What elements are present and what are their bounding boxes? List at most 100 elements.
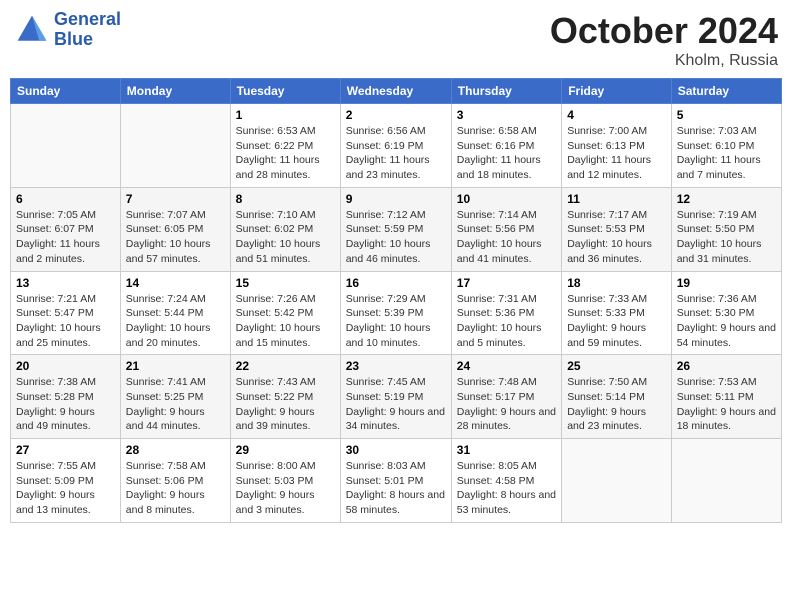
day-number: 24 — [457, 359, 556, 373]
logo: General Blue — [14, 10, 121, 50]
day-info: Sunrise: 6:53 AMSunset: 6:22 PMDaylight:… — [236, 124, 335, 183]
weekday-header: Tuesday — [230, 79, 340, 104]
calendar-cell: 5 Sunrise: 7:03 AMSunset: 6:10 PMDaylight… — [671, 104, 781, 188]
location: Kholm, Russia — [550, 52, 778, 70]
calendar-week-row: 6Sunrise: 7:05 AMSunset: 6:07 PMDaylight… — [11, 187, 782, 271]
weekday-header-row: SundayMondayTuesdayWednesdayThursdayFrid… — [11, 79, 782, 104]
day-info: Sunrise: 7:45 AMSunset: 5:19 PMDaylight:… — [346, 375, 446, 434]
day-number: 25 — [567, 359, 666, 373]
page-header: General Blue October 2024 Kholm, Russia — [10, 10, 782, 70]
day-info: Sunrise: 7:24 AMSunset: 5:44 PMDaylight:… — [126, 292, 225, 351]
calendar-week-row: 27 Sunrise: 7:55 AMSunset: 5:09 PMDayligh… — [11, 439, 782, 523]
calendar-cell: 2 Sunrise: 6:56 AMSunset: 6:19 PMDaylight… — [340, 104, 451, 188]
calendar-cell: 27 Sunrise: 7:55 AMSunset: 5:09 PMDayligh… — [11, 439, 121, 523]
calendar-cell: 10Sunrise: 7:14 AMSunset: 5:56 PMDayligh… — [451, 187, 561, 271]
weekday-header: Monday — [120, 79, 230, 104]
day-info: Sunrise: 7:31 AMSunset: 5:36 PMDaylight:… — [457, 292, 556, 351]
day-info: Sunrise: 6:56 AMSunset: 6:19 PMDaylight:… — [346, 124, 446, 183]
day-number: 5 — [677, 108, 776, 122]
calendar-cell: 14 Sunrise: 7:24 AMSunset: 5:44 PMDayligh… — [120, 271, 230, 355]
day-number: 2 — [346, 108, 446, 122]
calendar-cell: 6Sunrise: 7:05 AMSunset: 6:07 PMDaylight… — [11, 187, 121, 271]
calendar-cell: 22 Sunrise: 7:43 AMSunset: 5:22 PMDayligh… — [230, 355, 340, 439]
calendar-cell: 29 Sunrise: 8:00 AMSunset: 5:03 PMDayligh… — [230, 439, 340, 523]
day-info: Sunrise: 7:29 AMSunset: 5:39 PMDaylight:… — [346, 292, 446, 351]
day-number: 9 — [346, 192, 446, 206]
calendar-cell: 31Sunrise: 8:05 AMSunset: 4:58 PMDayligh… — [451, 439, 561, 523]
day-number: 26 — [677, 359, 776, 373]
day-info: Sunrise: 7:58 AMSunset: 5:06 PMDaylight:… — [126, 459, 225, 518]
calendar-cell — [11, 104, 121, 188]
calendar-cell: 26 Sunrise: 7:53 AMSunset: 5:11 PMDayligh… — [671, 355, 781, 439]
day-info: Sunrise: 8:00 AMSunset: 5:03 PMDaylight:… — [236, 459, 335, 518]
day-info: Sunrise: 8:05 AMSunset: 4:58 PMDaylight:… — [457, 459, 556, 518]
calendar-cell: 7 Sunrise: 7:07 AMSunset: 6:05 PMDaylight… — [120, 187, 230, 271]
day-number: 18 — [567, 276, 666, 290]
day-number: 1 — [236, 108, 335, 122]
day-info: Sunrise: 7:19 AMSunset: 5:50 PMDaylight:… — [677, 208, 776, 267]
calendar-cell: 19Sunrise: 7:36 AMSunset: 5:30 PMDayligh… — [671, 271, 781, 355]
day-info: Sunrise: 7:07 AMSunset: 6:05 PMDaylight:… — [126, 208, 225, 267]
day-number: 8 — [236, 192, 335, 206]
day-number: 12 — [677, 192, 776, 206]
day-info: Sunrise: 7:00 AMSunset: 6:13 PMDaylight:… — [567, 124, 666, 183]
calendar-cell: 11Sunrise: 7:17 AMSunset: 5:53 PMDayligh… — [562, 187, 672, 271]
calendar-cell: 20 Sunrise: 7:38 AMSunset: 5:28 PMDayligh… — [11, 355, 121, 439]
day-info: Sunrise: 7:53 AMSunset: 5:11 PMDaylight:… — [677, 375, 776, 434]
day-number: 21 — [126, 359, 225, 373]
calendar-cell: 16 Sunrise: 7:29 AMSunset: 5:39 PMDayligh… — [340, 271, 451, 355]
day-number: 19 — [677, 276, 776, 290]
title-block: October 2024 Kholm, Russia — [550, 10, 778, 70]
day-number: 7 — [126, 192, 225, 206]
calendar-table: SundayMondayTuesdayWednesdayThursdayFrid… — [10, 78, 782, 523]
day-number: 29 — [236, 443, 335, 457]
calendar-cell: 24 Sunrise: 7:48 AMSunset: 5:17 PMDayligh… — [451, 355, 561, 439]
day-number: 20 — [16, 359, 115, 373]
day-info: Sunrise: 7:21 AMSunset: 5:47 PMDaylight:… — [16, 292, 115, 351]
calendar-cell — [562, 439, 672, 523]
day-info: Sunrise: 7:17 AMSunset: 5:53 PMDaylight:… — [567, 208, 666, 267]
weekday-header: Friday — [562, 79, 672, 104]
day-number: 14 — [126, 276, 225, 290]
day-info: Sunrise: 7:03 AMSunset: 6:10 PMDaylight:… — [677, 124, 776, 183]
calendar-cell: 25Sunrise: 7:50 AMSunset: 5:14 PMDayligh… — [562, 355, 672, 439]
calendar-cell: 3 Sunrise: 6:58 AMSunset: 6:16 PMDaylight… — [451, 104, 561, 188]
day-info: Sunrise: 7:10 AMSunset: 6:02 PMDaylight:… — [236, 208, 335, 267]
day-info: Sunrise: 7:55 AMSunset: 5:09 PMDaylight:… — [16, 459, 115, 518]
day-info: Sunrise: 8:03 AMSunset: 5:01 PMDaylight:… — [346, 459, 446, 518]
calendar-week-row: 20 Sunrise: 7:38 AMSunset: 5:28 PMDayligh… — [11, 355, 782, 439]
day-number: 16 — [346, 276, 446, 290]
calendar-cell: 1 Sunrise: 6:53 AMSunset: 6:22 PMDaylight… — [230, 104, 340, 188]
day-number: 17 — [457, 276, 556, 290]
day-info: Sunrise: 7:41 AMSunset: 5:25 PMDaylight:… — [126, 375, 225, 434]
calendar-cell: 18Sunrise: 7:33 AMSunset: 5:33 PMDayligh… — [562, 271, 672, 355]
calendar-week-row: 13Sunrise: 7:21 AMSunset: 5:47 PMDayligh… — [11, 271, 782, 355]
day-info: Sunrise: 7:05 AMSunset: 6:07 PMDaylight:… — [16, 208, 115, 267]
calendar-cell: 17 Sunrise: 7:31 AMSunset: 5:36 PMDayligh… — [451, 271, 561, 355]
day-number: 27 — [16, 443, 115, 457]
calendar-cell: 4 Sunrise: 7:00 AMSunset: 6:13 PMDaylight… — [562, 104, 672, 188]
calendar-cell: 30Sunrise: 8:03 AMSunset: 5:01 PMDayligh… — [340, 439, 451, 523]
day-number: 22 — [236, 359, 335, 373]
day-info: Sunrise: 6:58 AMSunset: 6:16 PMDaylight:… — [457, 124, 556, 183]
day-number: 3 — [457, 108, 556, 122]
calendar-cell: 12 Sunrise: 7:19 AMSunset: 5:50 PMDayligh… — [671, 187, 781, 271]
day-info: Sunrise: 7:43 AMSunset: 5:22 PMDaylight:… — [236, 375, 335, 434]
month-title: October 2024 — [550, 10, 778, 52]
weekday-header: Wednesday — [340, 79, 451, 104]
calendar-cell: 13Sunrise: 7:21 AMSunset: 5:47 PMDayligh… — [11, 271, 121, 355]
calendar-cell: 23Sunrise: 7:45 AMSunset: 5:19 PMDayligh… — [340, 355, 451, 439]
calendar-cell: 15 Sunrise: 7:26 AMSunset: 5:42 PMDayligh… — [230, 271, 340, 355]
calendar-cell: 9Sunrise: 7:12 AMSunset: 5:59 PMDaylight… — [340, 187, 451, 271]
weekday-header: Sunday — [11, 79, 121, 104]
day-info: Sunrise: 7:38 AMSunset: 5:28 PMDaylight:… — [16, 375, 115, 434]
day-info: Sunrise: 7:26 AMSunset: 5:42 PMDaylight:… — [236, 292, 335, 351]
day-info: Sunrise: 7:48 AMSunset: 5:17 PMDaylight:… — [457, 375, 556, 434]
calendar-cell — [120, 104, 230, 188]
calendar-cell: 8 Sunrise: 7:10 AMSunset: 6:02 PMDaylight… — [230, 187, 340, 271]
logo-icon — [14, 12, 50, 48]
calendar-week-row: 1 Sunrise: 6:53 AMSunset: 6:22 PMDaylight… — [11, 104, 782, 188]
day-number: 4 — [567, 108, 666, 122]
weekday-header: Thursday — [451, 79, 561, 104]
day-number: 15 — [236, 276, 335, 290]
